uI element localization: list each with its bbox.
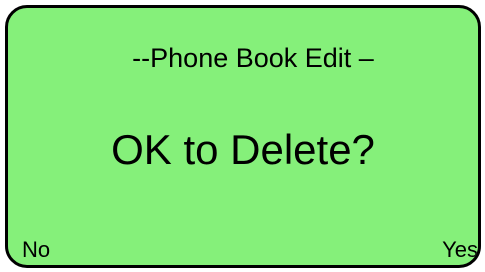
yes-softkey[interactable]: Yes bbox=[442, 237, 478, 263]
delete-confirmation-prompt: OK to Delete? bbox=[111, 126, 375, 173]
phone-display-screen: --Phone Book Edit – OK to Delete? No Yes bbox=[5, 5, 481, 268]
no-softkey[interactable]: No bbox=[22, 237, 50, 263]
screen-title: --Phone Book Edit – bbox=[132, 43, 374, 73]
